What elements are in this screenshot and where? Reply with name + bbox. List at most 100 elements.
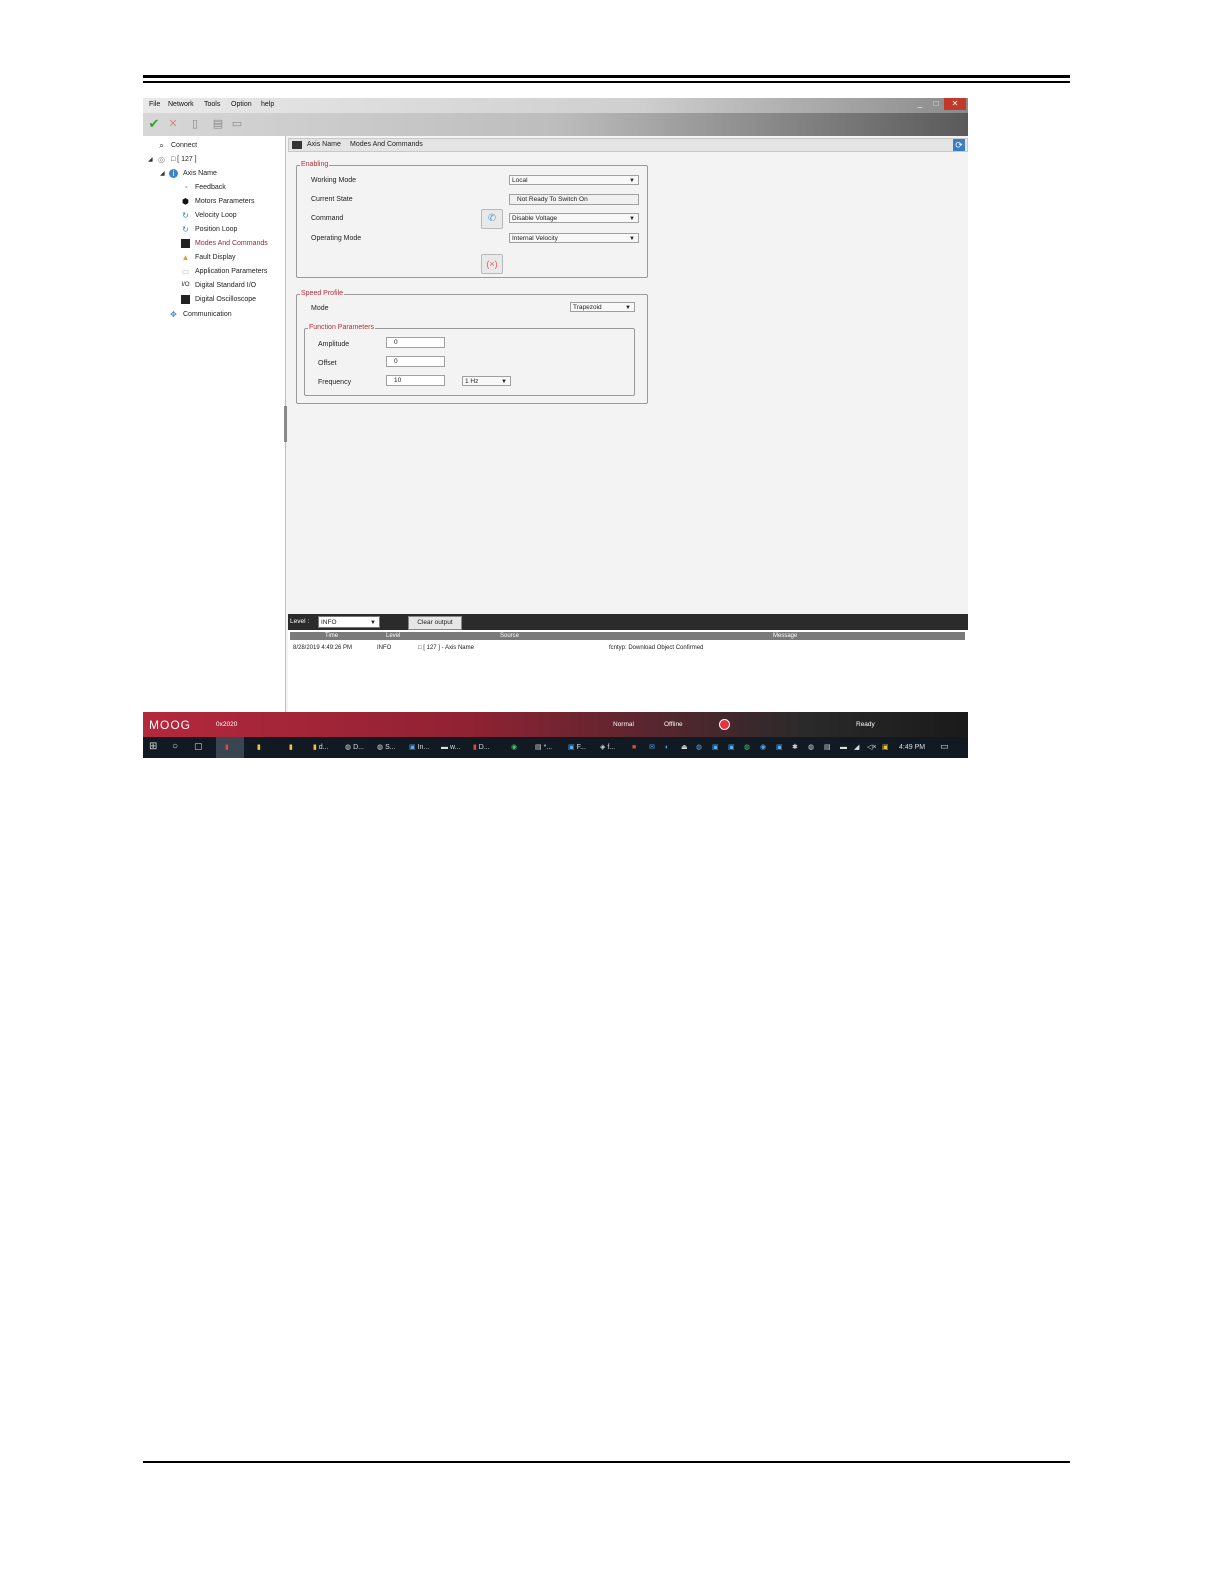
- column-source[interactable]: Source: [500, 632, 519, 640]
- command-select[interactable]: Disable Voltage ▼: [509, 213, 639, 223]
- menu-option[interactable]: Option: [231, 101, 252, 108]
- status-mode: Normal: [613, 721, 634, 728]
- tree-item-motors-parameters[interactable]: ⬢ Motors Parameters: [181, 195, 255, 207]
- menu-network[interactable]: Network: [168, 101, 194, 108]
- minimize-button[interactable]: _: [912, 98, 928, 110]
- tray-globe-icon[interactable]: ◉: [760, 742, 766, 753]
- working-mode-label: Working Mode: [311, 177, 357, 184]
- cancel-icon[interactable]: ✕: [167, 118, 179, 130]
- taskbar-item-3[interactable]: ◍ S...: [377, 742, 396, 753]
- current-state-field: Not Ready To Switch On: [509, 194, 639, 205]
- tray-app-icon[interactable]: ■: [632, 742, 636, 753]
- tray-app-icon[interactable]: ▣: [728, 742, 735, 753]
- tray-skype-icon[interactable]: ◍: [696, 742, 702, 753]
- menu-file[interactable]: File: [149, 101, 160, 108]
- clock[interactable]: 4:49 PM: [899, 742, 925, 753]
- folder-icon[interactable]: ▮: [257, 742, 261, 753]
- taskbar-item-5[interactable]: ▬ w...: [441, 742, 460, 753]
- tree-item-digital-standard-io[interactable]: I/O Digital Standard I/O: [181, 279, 256, 291]
- trash-icon[interactable]: ▯: [189, 118, 201, 130]
- menu-help[interactable]: help: [261, 101, 274, 108]
- check-icon[interactable]: ✔: [148, 117, 160, 130]
- frequency-input[interactable]: 10: [386, 375, 445, 386]
- clear-output-button[interactable]: Clear output: [408, 616, 462, 630]
- info-icon: i: [169, 168, 178, 178]
- amplitude-input[interactable]: 0: [386, 337, 445, 348]
- tray-app-icon[interactable]: ◍: [808, 742, 814, 753]
- wifi-icon[interactable]: ◢: [854, 742, 859, 753]
- expand-arrow-icon[interactable]: ◢: [160, 170, 166, 177]
- grid-icon[interactable]: ▤: [212, 118, 224, 130]
- speed-profile-group: Speed Profile Mode Trapezoid ▼ Function P…: [296, 290, 648, 404]
- splitter-handle[interactable]: [284, 406, 287, 442]
- taskbar-item-7[interactable]: ▤ *...: [535, 742, 552, 753]
- bluetooth-icon[interactable]: ✱: [792, 742, 798, 753]
- whatsapp-icon[interactable]: ◉: [511, 742, 517, 753]
- taskbar-item-1[interactable]: ▮ d...: [313, 742, 329, 753]
- tray-app-icon[interactable]: ▤: [824, 742, 831, 753]
- operating-mode-label: Operating Mode: [311, 235, 362, 242]
- tree-item-feedback[interactable]: ◔ Feedback: [181, 181, 226, 193]
- column-time[interactable]: Time: [325, 632, 338, 640]
- taskbar-item-9[interactable]: ◈ f...: [600, 742, 615, 753]
- tray-usb-icon[interactable]: ⏏: [681, 742, 688, 753]
- app-screenshot: File Network Tools Option help _ □ ✕ ✔ ✕…: [143, 98, 968, 758]
- tray-app-icon[interactable]: ▬: [840, 742, 847, 753]
- tray-app-icon[interactable]: ◍: [744, 742, 750, 753]
- header-rule-thick: [143, 75, 1070, 78]
- menu-tools[interactable]: Tools: [204, 101, 220, 108]
- record-icon[interactable]: [719, 719, 730, 730]
- print-icon[interactable]: ▭: [231, 118, 243, 130]
- windows-start-icon[interactable]: ⊞: [149, 741, 157, 752]
- taskbar: ⊞ ○ ▢ ▮ ▮ ▮ ▮ d... ◍ D... ◍ S... ▣ In...…: [143, 737, 968, 758]
- tree-item-axis-name[interactable]: ◢ i Axis Name: [160, 167, 217, 179]
- mode-select[interactable]: Trapezoid ▼: [570, 302, 635, 312]
- tray-app-icon[interactable]: ▣: [882, 742, 889, 753]
- navigation-tree: ⌕ Connect ◢ ◎ □ [ 127 ] ◢ i Axis Name ◔ Feedba…: [143, 136, 286, 712]
- expand-arrow-icon[interactable]: ◢: [148, 156, 154, 163]
- stop-button[interactable]: (×): [481, 254, 503, 274]
- tree-item-fault-display[interactable]: ▲ Fault Display: [181, 251, 236, 263]
- taskbar-item-6[interactable]: ▮ D...: [473, 742, 490, 753]
- tree-item-connect[interactable]: ⌕ Connect: [157, 139, 197, 151]
- notifications-icon[interactable]: ▭: [940, 741, 949, 752]
- refresh-icon[interactable]: ⟳: [953, 139, 965, 151]
- tree-item-velocity-loop[interactable]: ↻ Velocity Loop: [181, 209, 237, 221]
- app-icon[interactable]: ▮: [225, 742, 229, 753]
- column-message[interactable]: Message: [773, 632, 797, 640]
- tree-item-127[interactable]: ◢ ◎ □ [ 127 ]: [148, 153, 197, 165]
- row-source: □ [ 127 ] - Axis Name: [418, 645, 474, 651]
- taskbar-item-4[interactable]: ▣ In...: [409, 742, 429, 753]
- chevron-down-icon: ▼: [629, 216, 635, 222]
- frequency-unit-select[interactable]: 1 Hz ▼: [462, 376, 511, 386]
- tree-item-modes-and-commands[interactable]: ■ Modes And Commands: [181, 237, 268, 249]
- tray-browser-icon[interactable]: ◐: [665, 742, 669, 753]
- tree-item-position-loop[interactable]: ↻ Position Loop: [181, 223, 237, 235]
- level-select[interactable]: INFO ▼: [318, 616, 380, 628]
- close-button[interactable]: ✕: [944, 98, 966, 110]
- tree-item-communication[interactable]: ✥ Communication: [169, 308, 232, 320]
- volume-icon[interactable]: ◁×: [867, 742, 876, 753]
- taskbar-item-2[interactable]: ◍ D...: [345, 742, 364, 753]
- operating-mode-select[interactable]: Internal Velocity ▼: [509, 233, 639, 243]
- taskbar-item-8[interactable]: ▣ F...: [568, 742, 586, 753]
- folder-icon[interactable]: ▮: [289, 742, 293, 753]
- chevron-down-icon: ▼: [501, 379, 507, 385]
- working-mode-select[interactable]: Local ▼: [509, 175, 639, 185]
- communication-icon: ✥: [170, 309, 177, 319]
- tree-item-digital-oscilloscope[interactable]: ■ Digital Oscilloscope: [181, 293, 256, 305]
- tray-mail-icon[interactable]: ✉: [649, 742, 655, 753]
- tray-app-icon[interactable]: ▣: [776, 742, 783, 753]
- tray-app-icon[interactable]: ▣: [712, 742, 719, 753]
- column-level[interactable]: Level: [386, 632, 400, 640]
- task-view-icon[interactable]: ▢: [194, 741, 203, 752]
- tree-item-application-parameters[interactable]: ▭ Application Parameters: [181, 265, 268, 277]
- maximize-button[interactable]: □: [928, 98, 944, 110]
- send-command-button[interactable]: ✆: [481, 209, 503, 229]
- status-bar: MOOG 0x2020 Normal Offline Ready: [143, 712, 968, 737]
- row-level: INFO: [377, 645, 392, 651]
- menu-bar: File Network Tools Option help _ □ ✕: [143, 98, 968, 113]
- offset-input[interactable]: 0: [386, 356, 445, 367]
- search-icon[interactable]: ○: [172, 741, 178, 752]
- warning-icon: ▲: [181, 252, 190, 262]
